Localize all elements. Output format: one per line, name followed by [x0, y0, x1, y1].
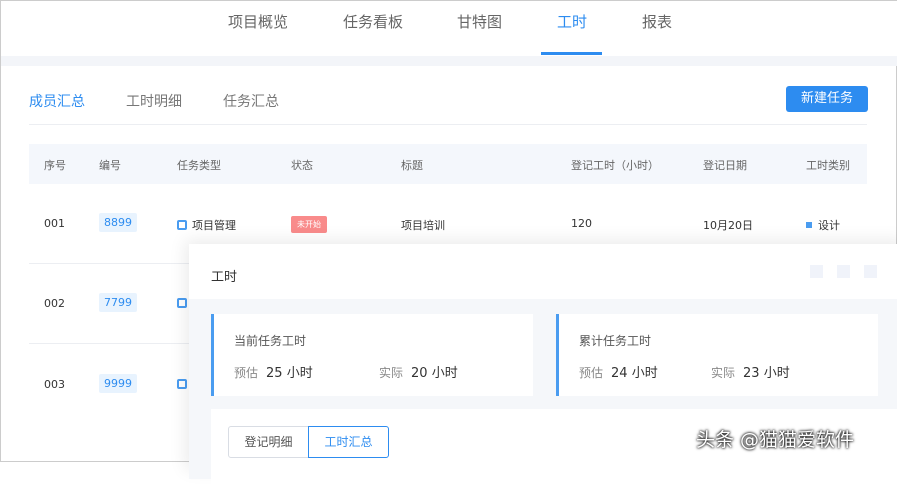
- estimate-value: 24 小时: [611, 366, 658, 381]
- panel-close-icon[interactable]: [864, 265, 877, 278]
- status-badge: 未开始: [291, 216, 327, 233]
- tab-gantt[interactable]: 甘特图: [457, 11, 502, 32]
- actual-label: 实际: [711, 366, 736, 380]
- col-type: 任务类型: [177, 159, 221, 172]
- row-code[interactable]: 7799: [99, 293, 137, 312]
- tab-task-board[interactable]: 任务看板: [343, 11, 403, 32]
- col-status: 状态: [291, 159, 313, 172]
- active-tab-indicator: [541, 52, 602, 55]
- subtab-worktime-detail[interactable]: 工时明细: [126, 91, 182, 111]
- row-type: 项目管理: [177, 217, 236, 233]
- task-type-icon: [177, 298, 187, 308]
- estimate-label: 预估: [579, 366, 604, 380]
- actual-value: 23 小时: [743, 366, 790, 381]
- row-index: 002: [44, 297, 65, 310]
- category-square-icon: [806, 222, 812, 228]
- panel-title: 工时: [211, 270, 238, 285]
- task-type-icon: [177, 379, 187, 389]
- col-date: 登记日期: [703, 159, 747, 172]
- divider: [29, 124, 867, 125]
- actual-value: 20 小时: [411, 366, 458, 381]
- tab-worktime[interactable]: 工时: [557, 11, 587, 32]
- new-task-button[interactable]: 新建任务: [786, 86, 868, 112]
- subtab-task-summary[interactable]: 任务汇总: [223, 91, 279, 111]
- row-date: 10月20日: [703, 219, 753, 232]
- panel-action-icon[interactable]: [810, 265, 823, 278]
- row-code[interactable]: 9999: [99, 374, 137, 393]
- tab-overview[interactable]: 项目概览: [228, 11, 288, 32]
- segment-register-detail[interactable]: 登记明细: [228, 426, 309, 458]
- card-title: 累计任务工时: [579, 334, 652, 348]
- top-nav: 项目概览 任务看板 甘特图 工时 报表: [1, 1, 897, 56]
- row-hours: 120: [571, 217, 592, 230]
- estimate-label: 预估: [234, 366, 259, 380]
- task-type-icon: [177, 220, 187, 230]
- row-code[interactable]: 8899: [99, 213, 137, 232]
- current-task-hours-card: 当前任务工时 预估 25 小时 实际 20 小时: [211, 314, 533, 396]
- col-index: 序号: [44, 159, 66, 172]
- row-index: 003: [44, 378, 65, 391]
- segment-hours-summary[interactable]: 工时汇总: [308, 426, 389, 458]
- panel-body: 当前任务工时 预估 25 小时 实际 20 小时 累计任务工时 预估 24 小时 实际…: [189, 299, 897, 489]
- estimate: 预估 24 小时: [579, 362, 658, 381]
- estimate-value: 25 小时: [266, 366, 313, 381]
- subtab-member-summary[interactable]: 成员汇总: [29, 91, 85, 111]
- divider-strip: [1, 56, 897, 66]
- panel-action-icon[interactable]: [837, 265, 850, 278]
- table-header: 序号 编号 任务类型 状态 标题 登记工时（小时） 登记日期 工时类别: [29, 144, 867, 184]
- row-category-label: 设计: [818, 219, 840, 232]
- row-type-label: 项目管理: [192, 219, 236, 232]
- col-title: 标题: [401, 159, 423, 172]
- col-code: 编号: [99, 159, 121, 172]
- actual-label: 实际: [379, 366, 404, 380]
- actual: 实际 20 小时: [379, 362, 458, 381]
- tab-reports[interactable]: 报表: [642, 11, 672, 32]
- row-index: 001: [44, 217, 65, 230]
- actual: 实际 23 小时: [711, 362, 790, 381]
- col-hours: 登记工时（小时）: [571, 159, 659, 172]
- cumulative-task-hours-card: 累计任务工时 预估 24 小时 实际 23 小时: [556, 314, 878, 396]
- watermark: 头条 @猫猫爱软件: [696, 429, 855, 451]
- estimate: 预估 25 小时: [234, 362, 313, 381]
- row-category: 设计: [806, 217, 840, 233]
- col-category: 工时类别: [806, 159, 850, 172]
- card-title: 当前任务工时: [234, 334, 307, 348]
- row-title: 项目培训: [401, 219, 445, 232]
